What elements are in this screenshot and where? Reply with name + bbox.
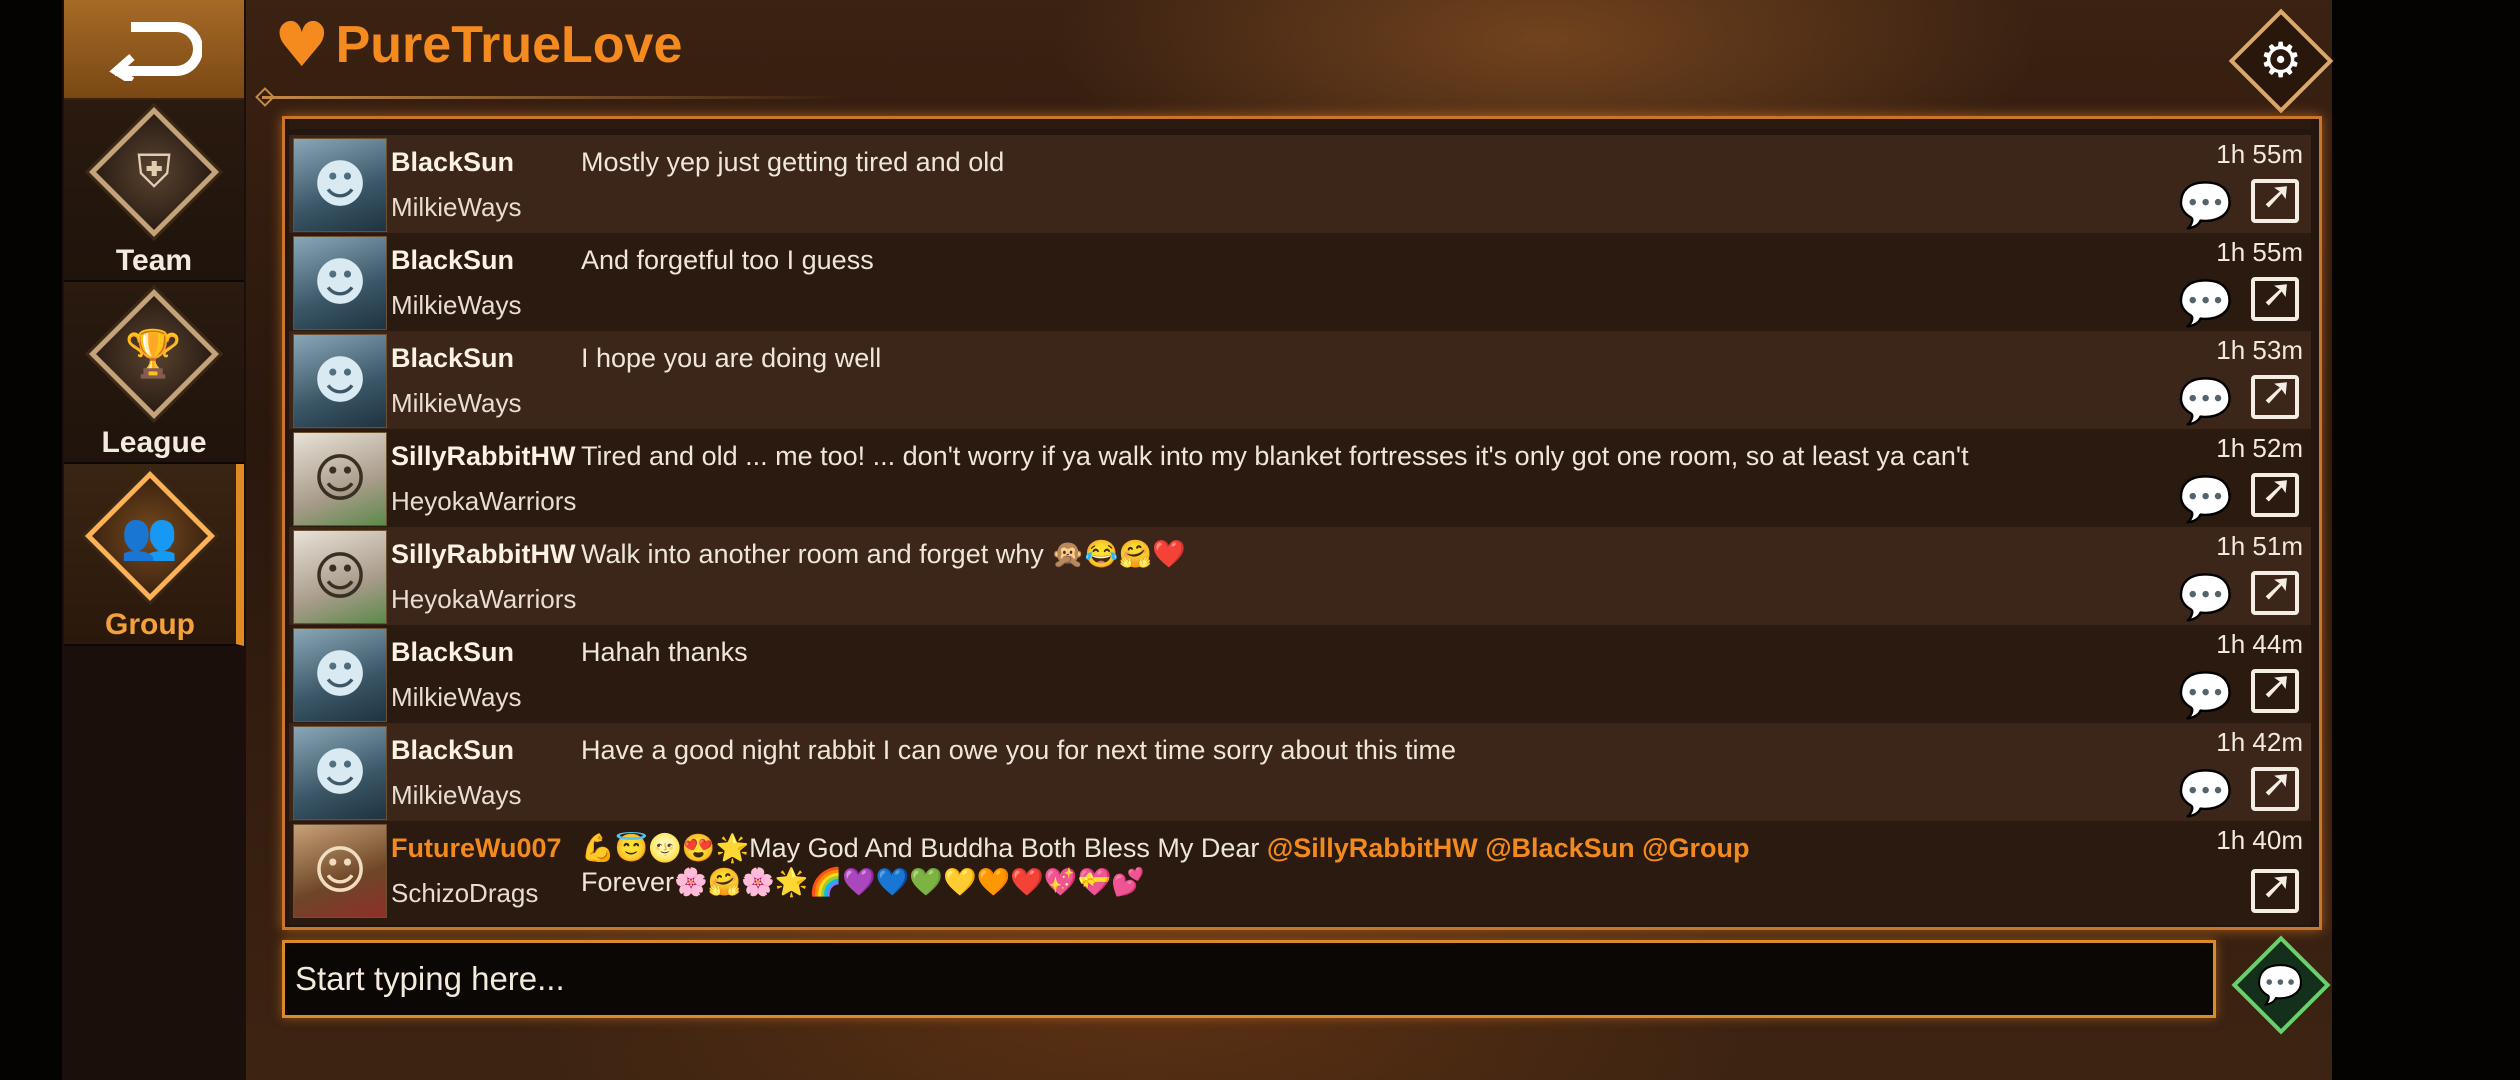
timestamp: 1h 55m (2216, 237, 2303, 267)
username[interactable]: SillyRabbitHW (391, 539, 581, 570)
sidebar-item-label: Group (105, 608, 195, 641)
divider (262, 96, 842, 99)
username[interactable]: SillyRabbitHW (391, 441, 581, 472)
timestamp: 1h 42m (2216, 727, 2303, 757)
share-icon[interactable] (2251, 467, 2299, 517)
avatar[interactable]: ☻ (293, 138, 387, 232)
message-input[interactable] (293, 959, 2213, 999)
chat-message: ☻ BlackSun MilkieWays And forgetful too I… (289, 233, 2311, 331)
message-text: I hope you are doing well (581, 343, 882, 373)
sidebar-item-team[interactable]: ⛨ Team (64, 100, 244, 282)
group-name: SchizoDrags (391, 878, 539, 908)
group-name: MilkieWays (391, 780, 522, 810)
team-shield-icon: ⛨ (88, 106, 220, 238)
group-name: MilkieWays (391, 682, 522, 712)
share-icon[interactable] (2251, 565, 2299, 615)
trophy-icon: 🏆 (88, 288, 220, 420)
reply-icon[interactable]: 💬 (2178, 669, 2233, 721)
message-text: Walk into another room and forget why 🙊😂… (581, 539, 1186, 569)
username[interactable]: BlackSun (391, 343, 581, 374)
gear-icon: ⚙ (2259, 33, 2303, 89)
share-icon[interactable] (2251, 663, 2299, 713)
message-text-part: Forever🌸🤗🌸🌟🌈💜💙💚💛🧡❤️💖💝💕 (581, 867, 1145, 897)
chat-message: ☻ BlackSun MilkieWays I hope you are doin… (289, 331, 2311, 429)
avatar[interactable]: ☺ (293, 824, 387, 918)
heart-icon: ♥ (274, 8, 330, 81)
chat-message: ☺ SillyRabbitHW HeyokaWarriors Tired and … (289, 429, 2311, 527)
share-icon[interactable] (2251, 271, 2299, 321)
username[interactable]: BlackSun (391, 245, 581, 276)
sidebar-item-group[interactable]: 👥 Group (64, 464, 244, 646)
timestamp: 1h 53m (2216, 335, 2303, 365)
reply-icon[interactable]: 💬 (2178, 473, 2233, 525)
left-edge (0, 0, 62, 1080)
message-text: Have a good night rabbit I can owe you f… (581, 735, 1456, 765)
reply-icon[interactable]: 💬 (2178, 375, 2233, 427)
group-name: MilkieWays (391, 388, 522, 418)
message-text-part: 💪😇🌝😍🌟May God And Buddha Both Bless My De… (581, 833, 1267, 863)
group-name: HeyokaWarriors (391, 486, 577, 516)
mention-link[interactable]: @SillyRabbitHW (1267, 833, 1478, 863)
group-icon: 👥 (84, 470, 216, 602)
reply-icon[interactable]: 💬 (2178, 179, 2233, 231)
app-title: PureTrueLove (335, 16, 683, 74)
chat-bubbles-icon: 💬 (2257, 962, 2305, 1007)
group-name: MilkieWays (391, 290, 522, 320)
timestamp: 1h 51m (2216, 531, 2303, 561)
share-icon[interactable] (2251, 761, 2299, 811)
sidebar-item-label: League (101, 426, 207, 459)
share-icon[interactable] (2251, 863, 2299, 913)
message-text: Hahah thanks (581, 637, 748, 667)
timestamp: 1h 44m (2216, 629, 2303, 659)
back-arrow-icon (109, 22, 202, 81)
username[interactable]: BlackSun (391, 637, 581, 668)
app-logo: ♥ PureTrueLove (274, 14, 682, 76)
username[interactable]: BlackSun (391, 147, 581, 178)
reply-icon[interactable]: 💬 (2178, 277, 2233, 329)
chat-panel[interactable]: ☻ BlackSun MilkieWays Mostly yep just get… (282, 116, 2322, 930)
group-name: HeyokaWarriors (391, 584, 577, 614)
list-item (289, 119, 2311, 129)
share-icon[interactable] (2251, 173, 2299, 223)
timestamp: 1h 40m (2216, 825, 2303, 855)
timestamp: 1h 52m (2216, 433, 2303, 463)
avatar[interactable]: ☺ (293, 530, 387, 624)
avatar[interactable]: ☻ (293, 726, 387, 820)
avatar[interactable]: ☻ (293, 628, 387, 722)
group-name: MilkieWays (391, 192, 522, 222)
reply-icon[interactable]: 💬 (2178, 767, 2233, 819)
back-button[interactable] (64, 0, 244, 100)
chat-message: ☺ SillyRabbitHW HeyokaWarriors Walk into … (289, 527, 2311, 625)
avatar[interactable]: ☻ (293, 334, 387, 428)
right-edge (2332, 0, 2520, 1080)
message-text: Tired and old ... me too! ... don't worr… (581, 441, 1969, 471)
message-text: 💪😇🌝😍🌟May God And Buddha Both Bless My De… (581, 821, 2161, 925)
share-icon[interactable] (2251, 369, 2299, 419)
chat-message: ☺ FutureWu007 SchizoDrags 💪😇🌝😍🌟May God An… (289, 821, 2311, 925)
avatar[interactable]: ☻ (293, 236, 387, 330)
chat-message: ☻ BlackSun MilkieWays Have a good night r… (289, 723, 2311, 821)
avatar[interactable]: ☺ (293, 432, 387, 526)
message-text: Mostly yep just getting tired and old (581, 147, 1005, 177)
sidebar-item-label: Team (115, 244, 193, 277)
mention-link[interactable]: @BlackSun (1485, 833, 1634, 863)
chat-message: ☻ BlackSun MilkieWays Mostly yep just get… (289, 135, 2311, 233)
reply-icon[interactable]: 💬 (2178, 571, 2233, 623)
sidebar-item-league[interactable]: 🏆 League (64, 282, 244, 464)
message-text: And forgetful too I guess (581, 245, 874, 275)
chat-message: ☻ BlackSun MilkieWays Hahah thanks 1h 44m… (289, 625, 2311, 723)
username[interactable]: BlackSun (391, 735, 581, 766)
message-input-box[interactable] (282, 940, 2216, 1018)
timestamp: 1h 55m (2216, 139, 2303, 169)
username[interactable]: FutureWu007 (391, 833, 581, 864)
mention-link[interactable]: @Group (1642, 833, 1749, 863)
